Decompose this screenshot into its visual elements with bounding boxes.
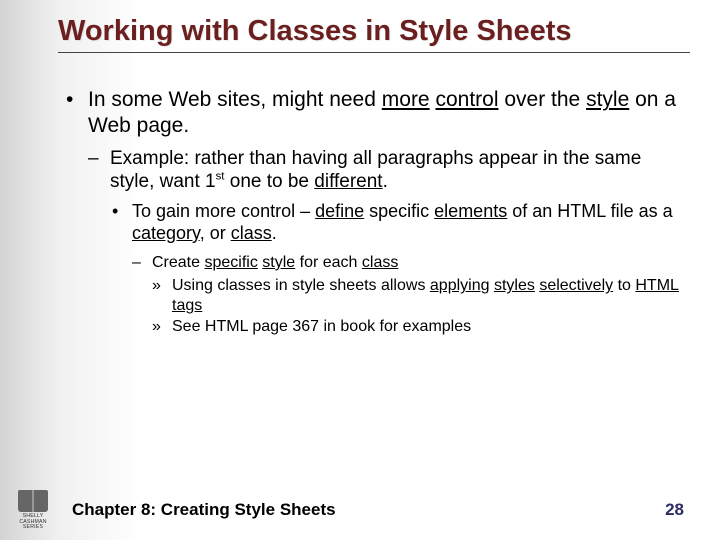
text-u: style <box>262 254 295 271</box>
bullet-level2: Example: rather than having all paragrap… <box>88 147 680 337</box>
chapter-label: Chapter 8: Creating Style Sheets <box>72 500 336 520</box>
text: of an HTML file as a <box>507 201 672 221</box>
text-u: define <box>315 201 364 221</box>
text: to <box>613 277 635 294</box>
bullet-level3: To gain more control – define specific e… <box>110 201 680 337</box>
logo-line: SERIES <box>19 525 46 530</box>
bullet-level1: In some Web sites, might need more contr… <box>66 87 680 337</box>
text: To gain more control – <box>132 201 315 221</box>
page-number: 28 <box>665 500 684 520</box>
text: for each <box>295 254 362 271</box>
text: over the <box>499 88 587 111</box>
text-u: elements <box>434 201 507 221</box>
text-u: styles <box>494 277 535 294</box>
text: , or <box>200 223 231 243</box>
bullet-level4: Create specific style for each class Usi… <box>132 253 680 337</box>
text: . <box>272 223 277 243</box>
text: Using classes in style sheets allows <box>172 277 430 294</box>
text-u: selectively <box>539 277 613 294</box>
text-u: applying <box>430 277 490 294</box>
bullet-level5: Using classes in style sheets allows app… <box>152 276 680 315</box>
text-u: different <box>314 171 382 192</box>
slide-title: Working with Classes in Style Sheets <box>0 0 720 50</box>
text-u: more <box>382 88 430 111</box>
slide-content: In some Web sites, might need more contr… <box>0 53 720 337</box>
bullet-level5: See HTML page 367 in book for examples <box>152 317 680 337</box>
text-u: class <box>231 223 272 243</box>
text: In some Web sites, might need <box>88 88 382 111</box>
text-u: specific <box>204 254 257 271</box>
slide: Working with Classes in Style Sheets In … <box>0 0 720 540</box>
text-u: category <box>132 223 200 243</box>
text: specific <box>364 201 434 221</box>
text-u: class <box>362 254 398 271</box>
text-u: control <box>435 88 498 111</box>
text: Create <box>152 254 204 271</box>
text: one to be <box>224 171 314 192</box>
footer: Chapter 8: Creating Style Sheets 28 <box>0 500 720 520</box>
text-u: style <box>586 88 629 111</box>
text: . <box>383 171 388 192</box>
text: See HTML page 367 in book for examples <box>172 318 471 335</box>
